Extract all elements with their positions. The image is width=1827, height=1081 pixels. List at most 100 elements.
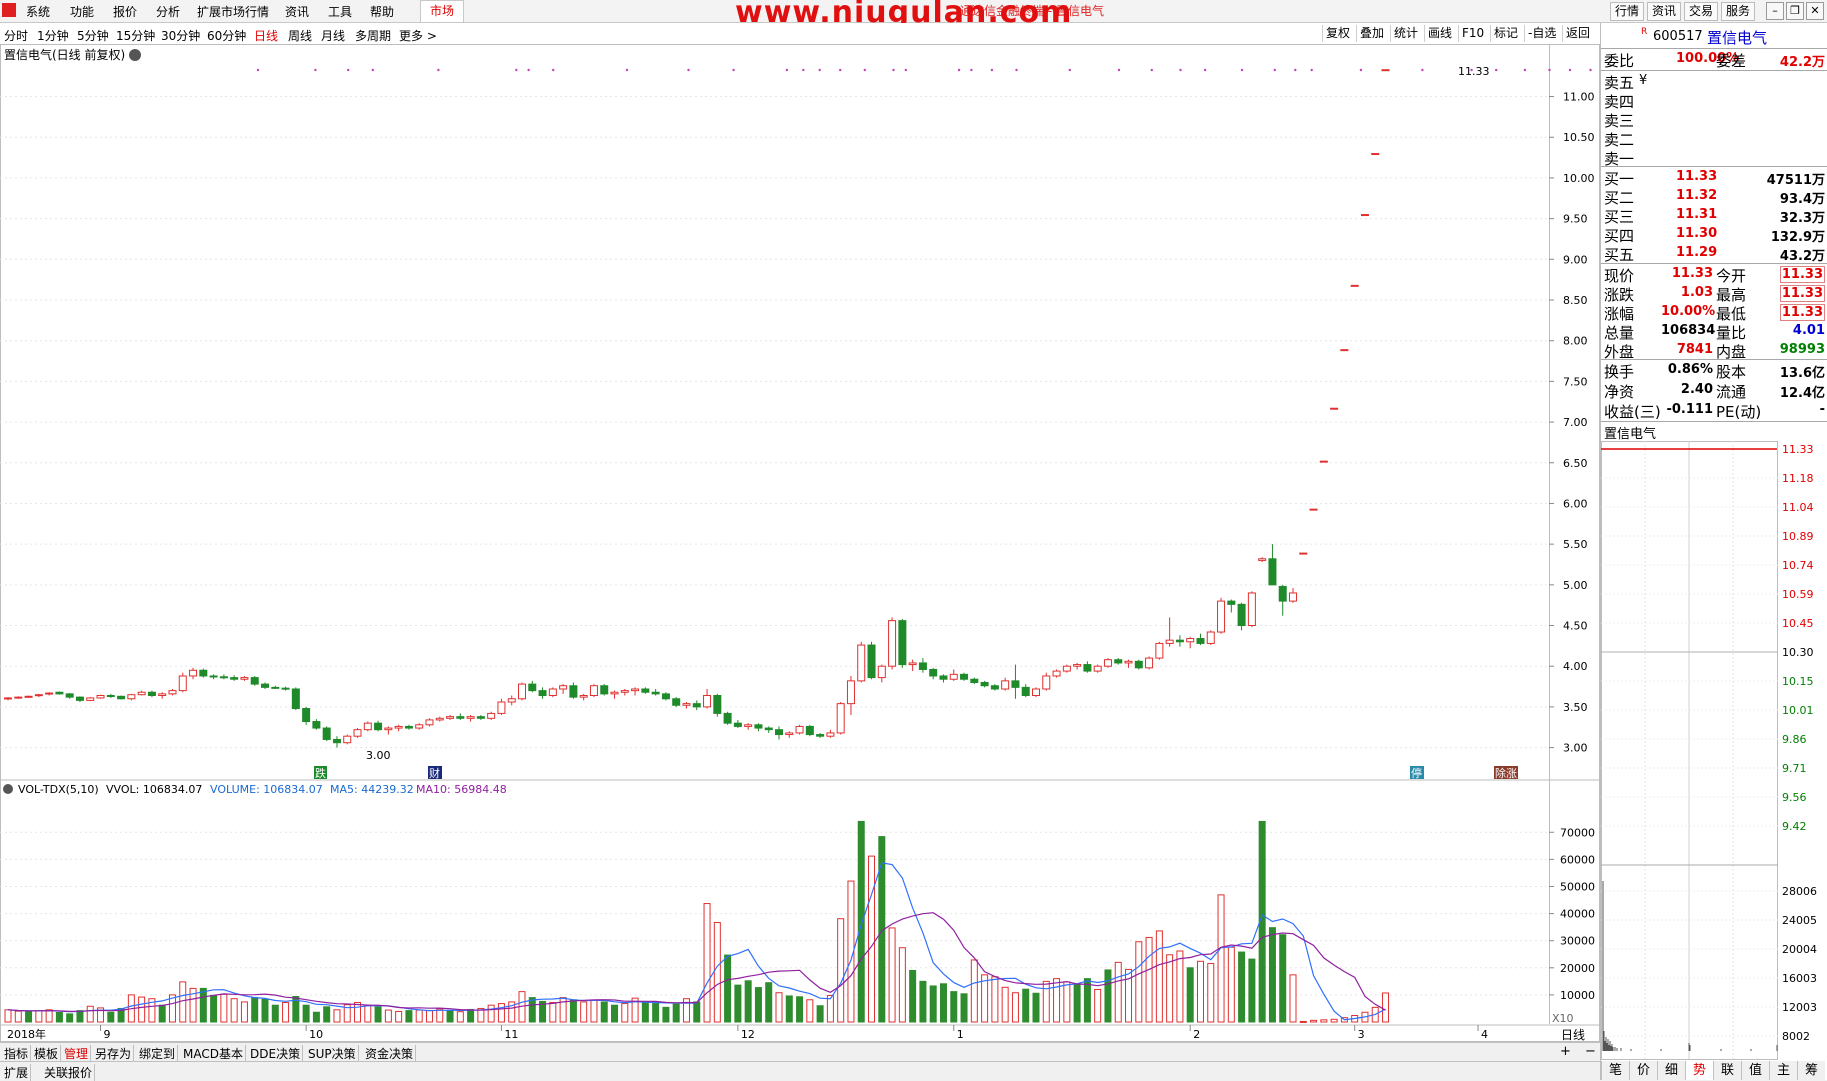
menu-item-system[interactable]: 系统 — [26, 3, 50, 20]
quote-tab[interactable]: 联 — [1713, 1061, 1741, 1080]
period-30min[interactable]: 30分钟 — [161, 27, 200, 44]
sell-level-label: 卖五 — [1604, 74, 1635, 92]
stat-label: 涨幅 — [1604, 305, 1635, 323]
menu-item-help[interactable]: 帮助 — [370, 3, 394, 20]
quote-tab[interactable]: 势 — [1685, 1061, 1713, 1080]
mini-vol-tick-label: 28006 — [1782, 885, 1817, 898]
volume-bar — [939, 983, 947, 1023]
volume-tick-label: 30000 — [1560, 935, 1595, 948]
menu-item-ext-market[interactable]: 扩展市场行情 — [197, 3, 269, 20]
fund-tab[interactable]: 资金决策 — [363, 1045, 417, 1062]
toolbar-mark-button[interactable]: 标记 — [1490, 25, 1521, 42]
quote-tab[interactable]: 笔 — [1601, 1061, 1629, 1080]
period-timeshare[interactable]: 分时 — [4, 27, 28, 44]
volume-tick-label: 70000 — [1560, 826, 1595, 839]
close-icon[interactable]: ✕ — [1806, 2, 1824, 20]
event-dot — [1294, 68, 1297, 72]
volume-bar — [672, 1003, 680, 1023]
quote-tab[interactable]: 细 — [1657, 1061, 1685, 1080]
menu-item-quote[interactable]: 报价 — [113, 3, 137, 20]
period-15min[interactable]: 15分钟 — [116, 27, 155, 44]
top-button-service[interactable]: 服务 — [1721, 2, 1756, 21]
candle-body — [1114, 659, 1123, 664]
dropdown-icon[interactable] — [129, 49, 141, 61]
quote-tab[interactable]: 值 — [1741, 1061, 1769, 1080]
volume-bar — [1011, 992, 1019, 1023]
toolbar-f10-button[interactable]: F10 — [1458, 25, 1487, 42]
quote-tab[interactable]: 价 — [1629, 1061, 1657, 1080]
event-dot — [957, 68, 961, 72]
toolbar-stats-button[interactable]: 统计 — [1390, 25, 1421, 42]
quote-panel: R 600517 置信电气 委比 100.00% 委差 42.2万 置信电气 1… — [1600, 23, 1827, 1080]
bind-to-tab[interactable]: 绑定到 — [137, 1045, 179, 1062]
event-dot — [990, 68, 994, 72]
volume-bar — [333, 1009, 341, 1023]
price-tick-label: 10.00 — [1563, 172, 1595, 185]
menu-item-news[interactable]: 资讯 — [285, 3, 309, 20]
dde-tab[interactable]: DDE决策 — [248, 1045, 304, 1062]
menu-item-analysis[interactable]: 分析 — [156, 3, 180, 20]
toolbar-overlay-button[interactable]: 叠加 — [1356, 25, 1387, 42]
buy-level-price[interactable]: 11.33 — [1676, 169, 1717, 184]
menu-item-tools[interactable]: 工具 — [328, 3, 352, 20]
macd-tab[interactable]: MACD基本 — [181, 1045, 246, 1062]
buy-level-price[interactable]: 11.32 — [1676, 188, 1717, 203]
top-button-trade[interactable]: 交易 — [1684, 2, 1719, 21]
period-5min[interactable]: 5分钟 — [77, 27, 109, 44]
manage-tab[interactable]: 管理 — [62, 1045, 92, 1062]
template-tab[interactable]: 模板 — [32, 1045, 62, 1062]
mini-timeshare-chart[interactable]: 11.33 11.18 11.04 10.89 10.74 10.59 10.45 10.30… — [1601, 441, 1827, 1061]
volume-bar — [210, 994, 218, 1023]
toolbar-watchlist-button[interactable]: -自选 — [1524, 25, 1559, 42]
period-1min[interactable]: 1分钟 — [37, 27, 69, 44]
toolbar-adjust-button[interactable]: 复权 — [1322, 25, 1353, 42]
candle-body — [703, 695, 712, 708]
menu-tab-market[interactable]: 市场 — [420, 0, 464, 22]
event-dot — [1179, 68, 1182, 72]
candle-body — [1371, 153, 1380, 156]
top-button-quote[interactable]: 行情 — [1610, 2, 1645, 21]
volume-bar — [240, 1001, 248, 1023]
period-more[interactable]: 更多 > — [399, 27, 437, 44]
mini-price-tick-label: 10.01 — [1782, 704, 1814, 717]
related-quote-tab[interactable]: 关联报价 — [42, 1064, 96, 1081]
extend-tab[interactable]: 扩展 — [2, 1064, 32, 1081]
add-icon[interactable]: + — [1560, 1044, 1571, 1059]
main-chart[interactable]: 11.00 10.50 10.00 9.50 9.00 8.50 8.00 7.50 7.00 6… — [0, 44, 1600, 1042]
buy-level-price[interactable]: 11.30 — [1676, 226, 1717, 241]
period-daily[interactable]: 日线 — [254, 27, 278, 44]
stat-value: 98993 — [1779, 342, 1825, 357]
sell-level-row: 卖二 — [1601, 129, 1827, 149]
save-as-tab[interactable]: 另存为 — [93, 1045, 135, 1062]
stat-value: 12.4亿 — [1779, 386, 1825, 401]
buy-level-price[interactable]: 11.31 — [1676, 207, 1717, 222]
minus-icon[interactable]: − — [1585, 1044, 1596, 1059]
period-weekly[interactable]: 周线 — [288, 27, 312, 44]
period-60min[interactable]: 60分钟 — [207, 27, 246, 44]
mini-price-tick-label: 9.42 — [1782, 820, 1807, 833]
toolbar-back-button[interactable]: 返回 — [1562, 25, 1593, 42]
candle-body — [1052, 670, 1061, 677]
buy-level-price[interactable]: 11.29 — [1676, 245, 1717, 260]
restore-icon[interactable]: ❐ — [1786, 2, 1804, 20]
top-button-news[interactable]: 资讯 — [1647, 2, 1682, 21]
period-multi[interactable]: 多周期 — [355, 27, 391, 44]
quote-tab[interactable]: 筹 — [1797, 1061, 1825, 1080]
period-monthly[interactable]: 月线 — [321, 27, 345, 44]
event-dot — [552, 68, 555, 72]
mini-chart-title: 置信电气 — [1604, 427, 1657, 442]
stat-value: 1.03 — [1680, 285, 1713, 300]
price-tick-label: 8.00 — [1563, 335, 1588, 348]
menu-item-function[interactable]: 功能 — [70, 3, 94, 20]
sup-tab[interactable]: SUP决策 — [306, 1045, 359, 1062]
stat-label: 量比 — [1716, 324, 1747, 342]
toolbar-draw-button[interactable]: 画线 — [1424, 25, 1455, 42]
indicator-tab[interactable]: 指标 — [2, 1045, 32, 1062]
quote-tab[interactable]: 主 — [1769, 1061, 1797, 1080]
stock-name[interactable]: 置信电气 — [1707, 27, 1767, 48]
candle-body — [209, 675, 218, 678]
volume-menu-icon[interactable] — [3, 784, 13, 794]
candle-body — [312, 721, 321, 729]
volume-bar — [1289, 974, 1297, 1023]
minimize-icon[interactable]: – — [1766, 2, 1784, 20]
